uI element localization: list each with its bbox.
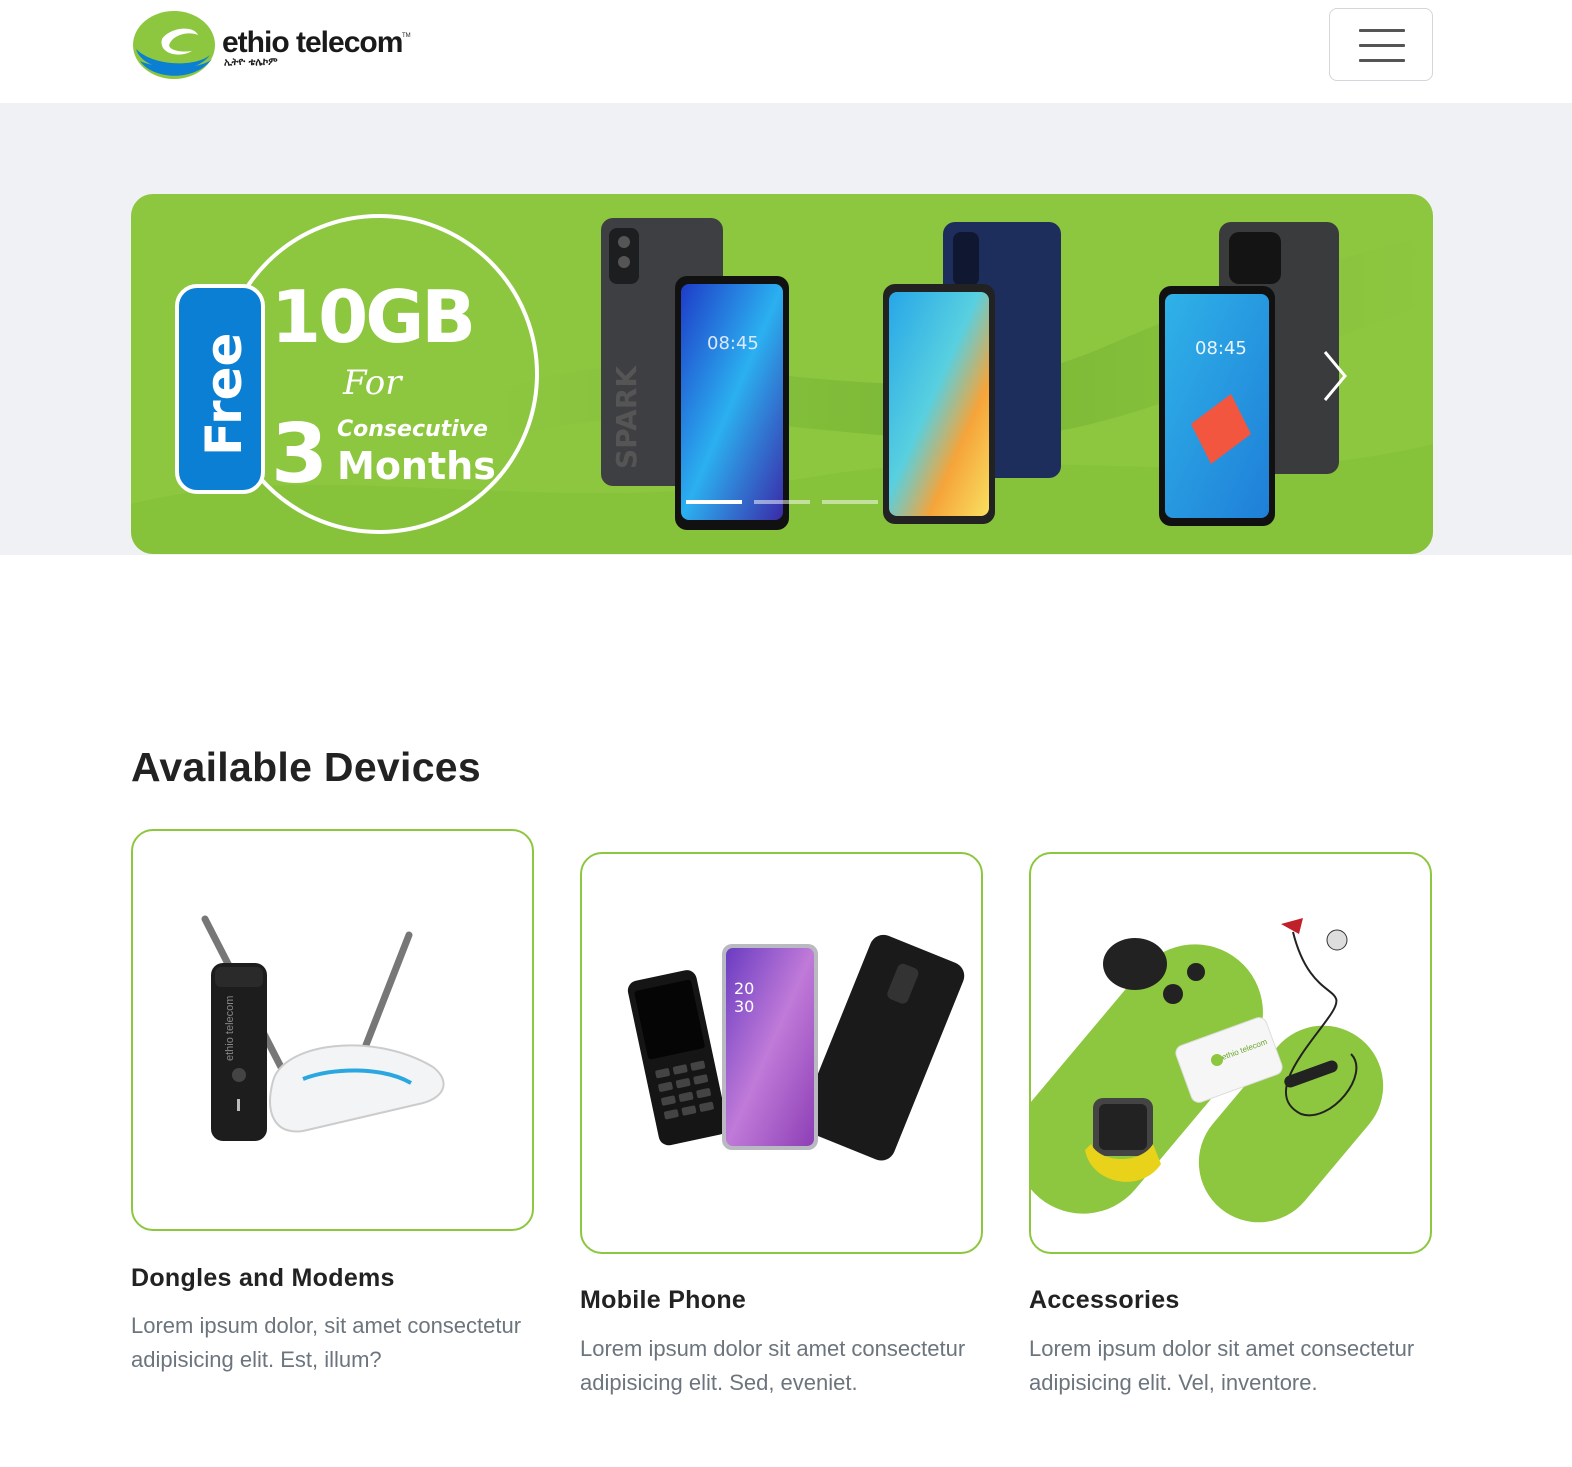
mobile-phones-image: 20 30 bbox=[627, 934, 965, 1161]
phone-group-1: SPARK 08:45 bbox=[601, 218, 789, 530]
card-title-dongles: Dongles and Modems bbox=[131, 1264, 395, 1292]
phone-brand-label: SPARK bbox=[610, 365, 643, 469]
carousel-indicator-2[interactable] bbox=[754, 500, 810, 504]
brand-subtitle: ኢትዮ ቴሌኮም bbox=[224, 57, 278, 68]
chevron-right-icon bbox=[1323, 351, 1347, 401]
carousel-indicators bbox=[686, 500, 886, 506]
section-title: Available Devices bbox=[131, 744, 482, 790]
card-text-mobile: Lorem ipsum dolor sit amet consectetur a… bbox=[580, 1336, 966, 1395]
card-title-accessories: Accessories bbox=[1029, 1286, 1180, 1314]
dongles-card-image[interactable]: ethio telecom bbox=[131, 829, 534, 1231]
card-text-dongles: Lorem ipsum dolor, sit amet consectetur … bbox=[131, 1313, 522, 1372]
brand-name: ethio telecom bbox=[222, 26, 402, 59]
mobile-phone-card-image[interactable]: 20 30 bbox=[580, 852, 983, 1254]
accessories-image: ethio telecom bbox=[1031, 918, 1384, 1223]
phone-screen-hour: 20 bbox=[734, 979, 754, 998]
hero-section: Free 10GB For 3 Consecutive Months SPARK… bbox=[0, 103, 1572, 555]
promo-for: For bbox=[342, 363, 403, 403]
dongle-router-image: ethio telecom bbox=[201, 915, 445, 1141]
navbar-toggle-button[interactable] bbox=[1329, 8, 1433, 81]
dongle-brand-label: ethio telecom bbox=[224, 996, 236, 1061]
phone-clock-1: 08:45 bbox=[707, 333, 759, 354]
promo-number: 3 bbox=[271, 407, 328, 502]
phone-clock-2: 08:45 bbox=[1195, 338, 1247, 359]
ethio-telecom-logo: ethio telecom TM ኢትዮ ቴሌኮም bbox=[133, 11, 411, 79]
trademark: TM bbox=[402, 33, 411, 39]
accessories-card-image[interactable]: ethio telecom bbox=[1029, 852, 1432, 1254]
promo-consecutive: Consecutive bbox=[337, 417, 488, 442]
carousel-indicator-3[interactable] bbox=[822, 500, 878, 504]
carousel-next-button[interactable] bbox=[1301, 324, 1371, 424]
promo-carousel[interactable]: Free 10GB For 3 Consecutive Months SPARK… bbox=[131, 194, 1433, 554]
promo-months: Months bbox=[337, 444, 496, 488]
navbar: ethio telecom TM ኢትዮ ቴሌኮም bbox=[0, 0, 1572, 103]
brand-logo-link[interactable]: ethio telecom TM ኢትዮ ቴሌኮም bbox=[132, 9, 422, 81]
card-title-mobile: Mobile Phone bbox=[580, 1286, 747, 1314]
card-text-accessories: Lorem ipsum dolor sit amet consectetur a… bbox=[1029, 1336, 1415, 1395]
carousel-indicator-1[interactable] bbox=[686, 500, 742, 504]
phone-screen-min: 30 bbox=[734, 997, 754, 1016]
promo-amount: 10GB bbox=[271, 275, 473, 359]
free-badge-label: Free bbox=[195, 333, 253, 456]
